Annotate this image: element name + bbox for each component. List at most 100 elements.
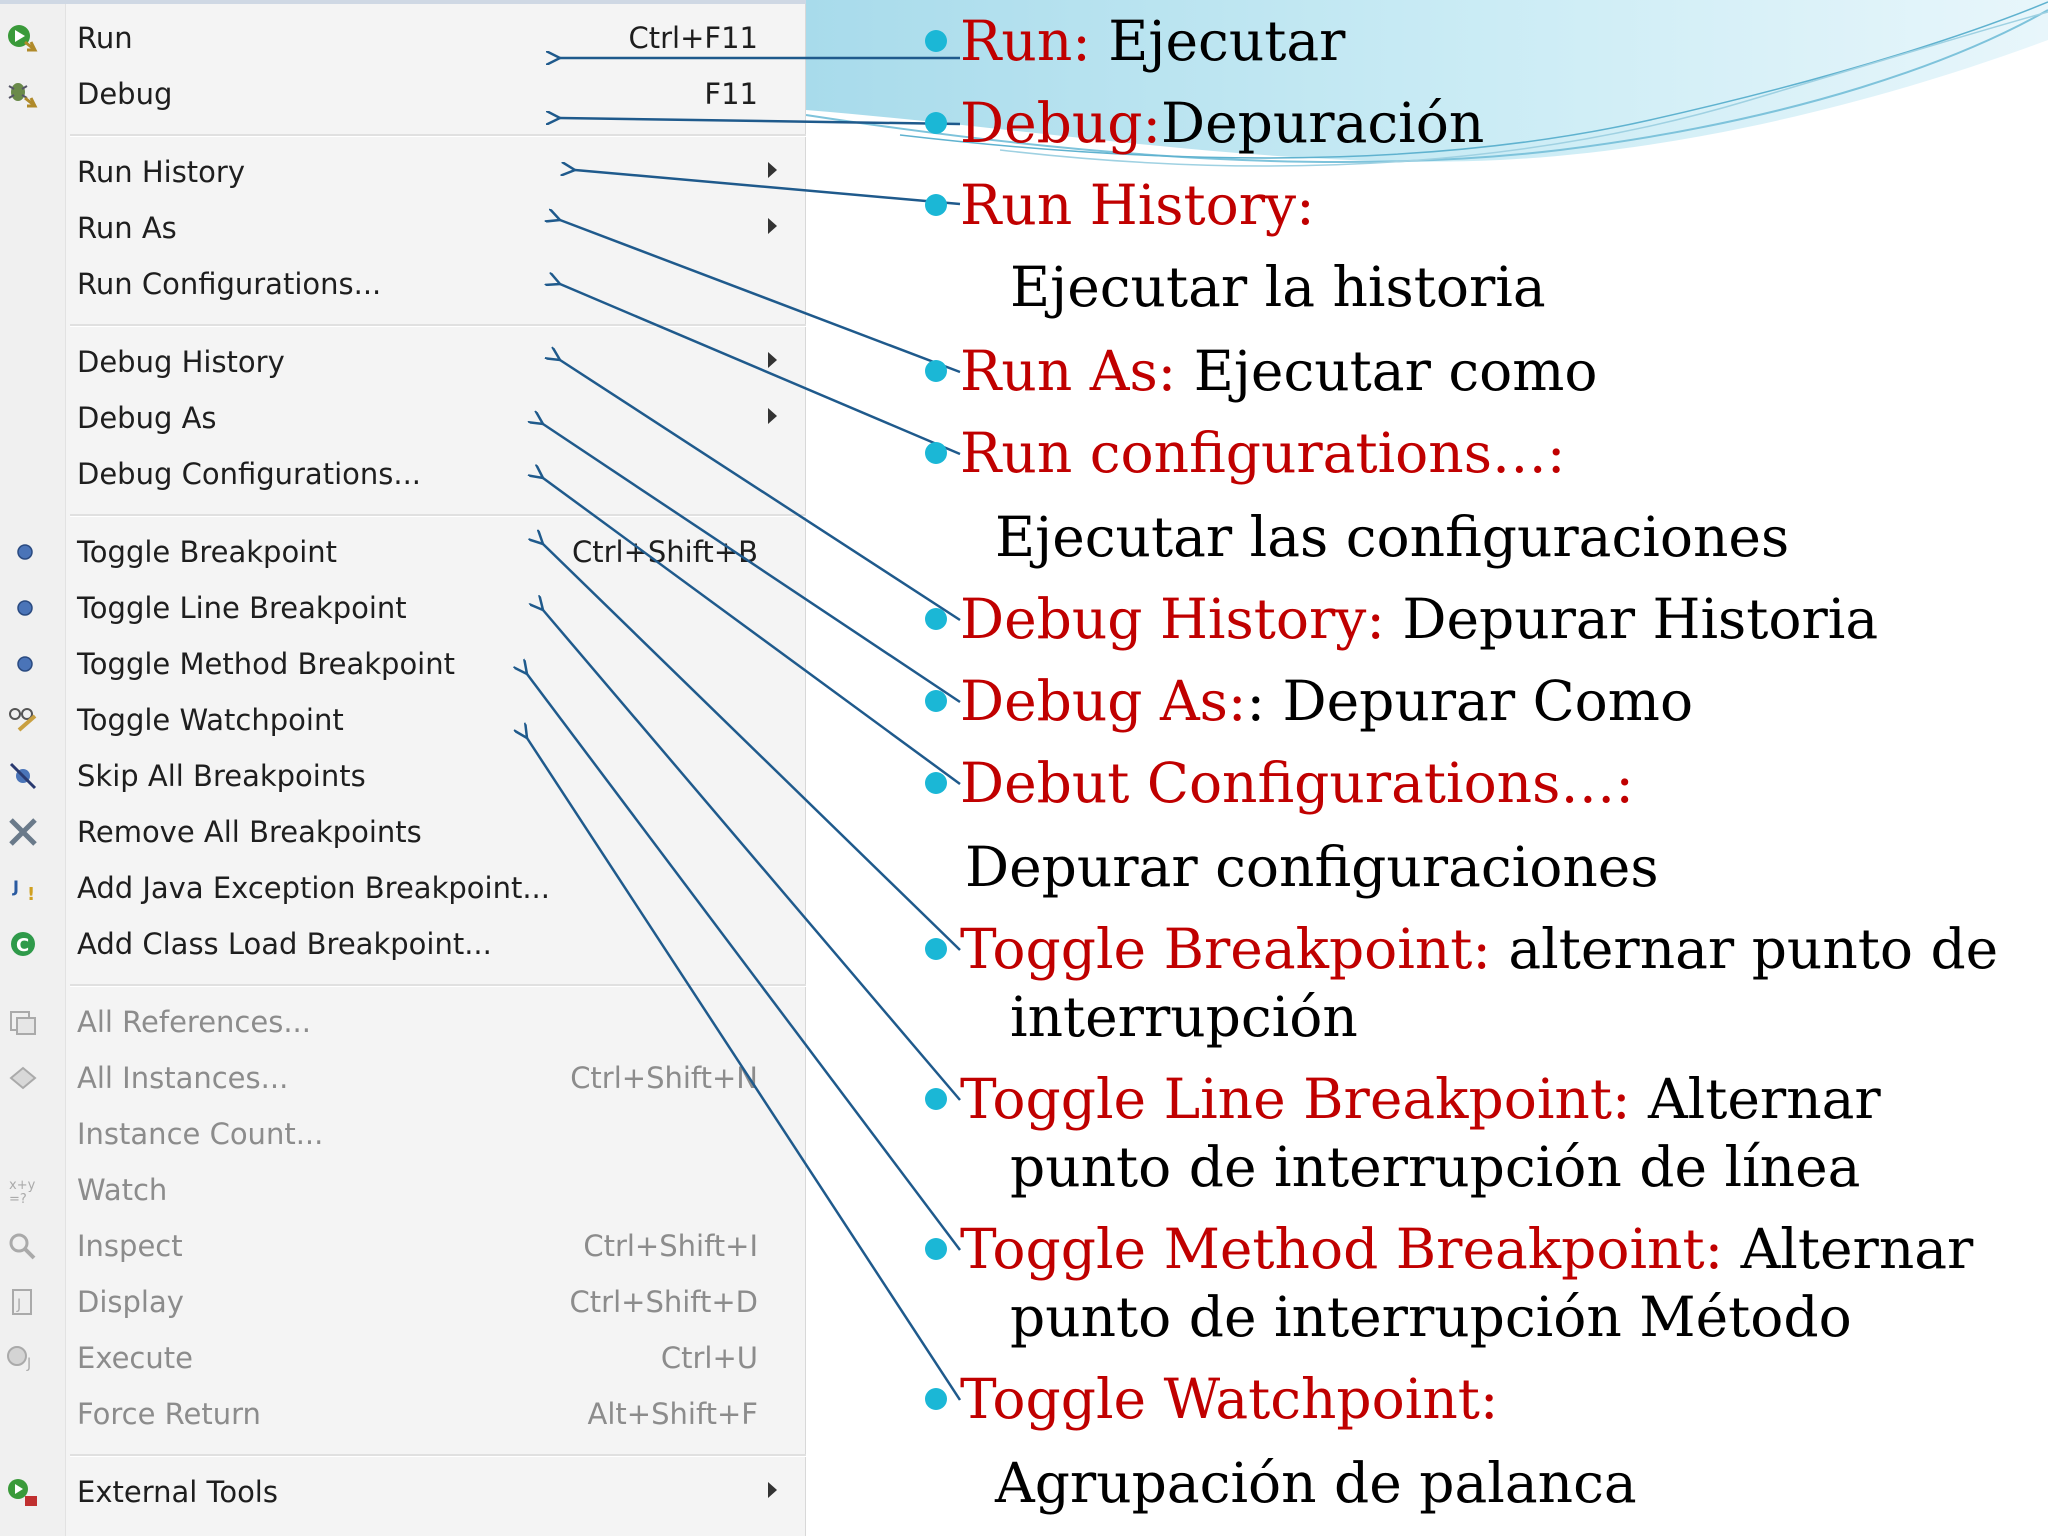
menu-item-shortcut: F11 bbox=[704, 77, 758, 111]
menu-item-run-history[interactable]: Run History bbox=[0, 144, 806, 200]
inspect-magnifier-icon bbox=[9, 1233, 36, 1260]
menu-item-run-as[interactable]: Run As bbox=[0, 200, 806, 256]
note-term: Toggle Breakpoint: bbox=[960, 917, 1491, 981]
menu-item-shortcut: Alt+Shift+F bbox=[587, 1397, 758, 1431]
svg-text:=?: =? bbox=[9, 1192, 27, 1206]
note-run-history: Run History: bbox=[925, 172, 1315, 238]
menu-item-label: Watch bbox=[77, 1173, 168, 1207]
menu-item-label: Toggle Breakpoint bbox=[77, 535, 338, 569]
note-term: Run: bbox=[960, 9, 1091, 73]
skip-breakpoints-icon bbox=[9, 762, 37, 790]
menu-item-label: Toggle Watchpoint bbox=[77, 703, 344, 737]
svg-text:!: ! bbox=[27, 884, 35, 904]
menu-separator bbox=[70, 134, 806, 137]
menu-item-debug-history[interactable]: Debug History bbox=[0, 334, 806, 390]
menu-item-label: Inspect bbox=[77, 1229, 183, 1263]
menu-item-instance-count[interactable]: Instance Count... bbox=[0, 1106, 806, 1162]
menu-item-label: Debug As bbox=[77, 401, 217, 435]
menu-item-debug-as[interactable]: Debug As bbox=[0, 390, 806, 446]
menu-item-add-java-exception-breakpoint[interactable]: J ! Add Java Exception Breakpoint... bbox=[0, 860, 806, 916]
note-term: Run As: bbox=[960, 339, 1177, 403]
run-icon bbox=[8, 25, 38, 52]
watch-expression-icon: x+y =? bbox=[9, 1178, 36, 1206]
note-continuation: punto de interrupción de línea bbox=[1010, 1135, 1861, 1199]
submenu-arrow-icon bbox=[768, 218, 777, 234]
svg-text:x+y: x+y bbox=[9, 1178, 36, 1193]
menu-item-label: Debug History bbox=[77, 345, 285, 379]
eclipse-run-menu: Run Ctrl+F11 Debug F11 Run History Run A… bbox=[0, 0, 806, 1536]
note-desc: : Depurar Como bbox=[1246, 669, 1694, 733]
menu-item-label: Instance Count... bbox=[77, 1117, 324, 1151]
menu-item-shortcut: Ctrl+U bbox=[660, 1341, 758, 1375]
menu-item-label: Add Class Load Breakpoint... bbox=[77, 927, 492, 961]
menu-item-all-instances[interactable]: All Instances... Ctrl+Shift+N bbox=[0, 1050, 806, 1106]
svg-text:C: C bbox=[16, 935, 29, 956]
menu-separator bbox=[70, 514, 806, 517]
note-desc: Ejecutar como bbox=[1176, 339, 1598, 403]
menu-item-force-return[interactable]: Force Return Alt+Shift+F bbox=[0, 1386, 806, 1442]
bullet-dot-icon bbox=[925, 194, 947, 216]
bullet-dot-icon bbox=[925, 360, 947, 382]
menu-item-skip-all-breakpoints[interactable]: Skip All Breakpoints bbox=[0, 748, 806, 804]
breakpoint-dot-icon bbox=[17, 656, 33, 672]
note-term: Run History: bbox=[960, 173, 1315, 237]
debug-bug-icon bbox=[8, 83, 38, 108]
menu-item-execute[interactable]: J Execute Ctrl+U bbox=[0, 1330, 806, 1386]
menu-item-label: Toggle Method Breakpoint bbox=[77, 647, 455, 681]
references-icon bbox=[10, 1011, 36, 1035]
menu-item-toggle-method-breakpoint[interactable]: Toggle Method Breakpoint bbox=[0, 636, 806, 692]
menu-item-label: All Instances... bbox=[77, 1061, 289, 1095]
note-desc: Alternar bbox=[1630, 1067, 1881, 1131]
menu-item-debug-configurations[interactable]: Debug Configurations... bbox=[0, 446, 806, 502]
bullet-dot-icon bbox=[925, 112, 947, 134]
note-run: Run: Ejecutar bbox=[925, 8, 1346, 74]
menu-item-shortcut: Ctrl+Shift+D bbox=[569, 1285, 758, 1319]
menu-item-shortcut: Ctrl+Shift+I bbox=[583, 1229, 758, 1263]
note-continuation: punto de interrupción Método bbox=[1010, 1285, 1852, 1349]
display-icon: J bbox=[12, 1289, 32, 1315]
submenu-arrow-icon bbox=[768, 408, 777, 424]
menu-item-label: Debug Configurations... bbox=[77, 457, 422, 491]
note-continuation: Ejecutar la historia bbox=[1010, 255, 1546, 319]
menu-separator bbox=[70, 984, 806, 987]
note-run-configurations: Run configurations…: bbox=[925, 420, 1565, 486]
menu-item-label: Force Return bbox=[77, 1397, 261, 1431]
menu-item-label: Execute bbox=[77, 1341, 193, 1375]
menu-item-toggle-watchpoint[interactable]: Toggle Watchpoint bbox=[0, 692, 806, 748]
bullet-dot-icon bbox=[925, 938, 947, 960]
menu-item-run-configurations[interactable]: Run Configurations... bbox=[0, 256, 806, 312]
breakpoint-dot-icon bbox=[17, 600, 33, 616]
remove-breakpoints-icon bbox=[9, 818, 37, 846]
menu-item-watch[interactable]: x+y =? Watch bbox=[0, 1162, 806, 1218]
bullet-dot-icon bbox=[925, 690, 947, 712]
note-debug: Debug:Depuración bbox=[925, 90, 1484, 156]
menu-item-all-references[interactable]: All References... bbox=[0, 994, 806, 1050]
menu-item-add-class-load-breakpoint[interactable]: C Add Class Load Breakpoint... bbox=[0, 916, 806, 972]
menu-item-remove-all-breakpoints[interactable]: Remove All Breakpoints bbox=[0, 804, 806, 860]
menu-item-inspect[interactable]: Inspect Ctrl+Shift+I bbox=[0, 1218, 806, 1274]
menu-item-label: External Tools bbox=[77, 1475, 278, 1509]
submenu-arrow-icon bbox=[768, 162, 777, 178]
bullet-dot-icon bbox=[925, 772, 947, 794]
note-desc: Ejecutar bbox=[1090, 9, 1346, 73]
menu-item-toggle-breakpoint[interactable]: Toggle Breakpoint Ctrl+Shift+B bbox=[0, 524, 806, 580]
execute-icon: J bbox=[7, 1346, 31, 1372]
menu-item-label: Run bbox=[77, 21, 133, 55]
note-toggle-breakpoint: Toggle Breakpoint: alternar punto de bbox=[925, 916, 1999, 982]
note-desc: Depurar Historia bbox=[1384, 587, 1879, 651]
menu-item-display[interactable]: J Display Ctrl+Shift+D bbox=[0, 1274, 806, 1330]
note-desc: Alternar bbox=[1723, 1217, 1974, 1281]
menu-item-shortcut: Ctrl+Shift+N bbox=[570, 1061, 758, 1095]
bullet-dot-icon bbox=[925, 1238, 947, 1260]
note-desc: alternar punto de bbox=[1490, 917, 1999, 981]
note-term: Toggle Line Breakpoint: bbox=[960, 1067, 1631, 1131]
menu-item-debug[interactable]: Debug F11 bbox=[0, 66, 806, 122]
menu-item-external-tools[interactable]: External Tools bbox=[0, 1464, 806, 1520]
bullet-dot-icon bbox=[925, 1388, 947, 1410]
menu-item-label: Add Java Exception Breakpoint... bbox=[77, 871, 550, 905]
menu-item-shortcut: Ctrl+F11 bbox=[628, 21, 758, 55]
menu-item-run[interactable]: Run Ctrl+F11 bbox=[0, 10, 806, 66]
menu-item-toggle-line-breakpoint[interactable]: Toggle Line Breakpoint bbox=[0, 580, 806, 636]
note-term: Debug History: bbox=[960, 587, 1385, 651]
svg-text:J: J bbox=[12, 877, 19, 896]
